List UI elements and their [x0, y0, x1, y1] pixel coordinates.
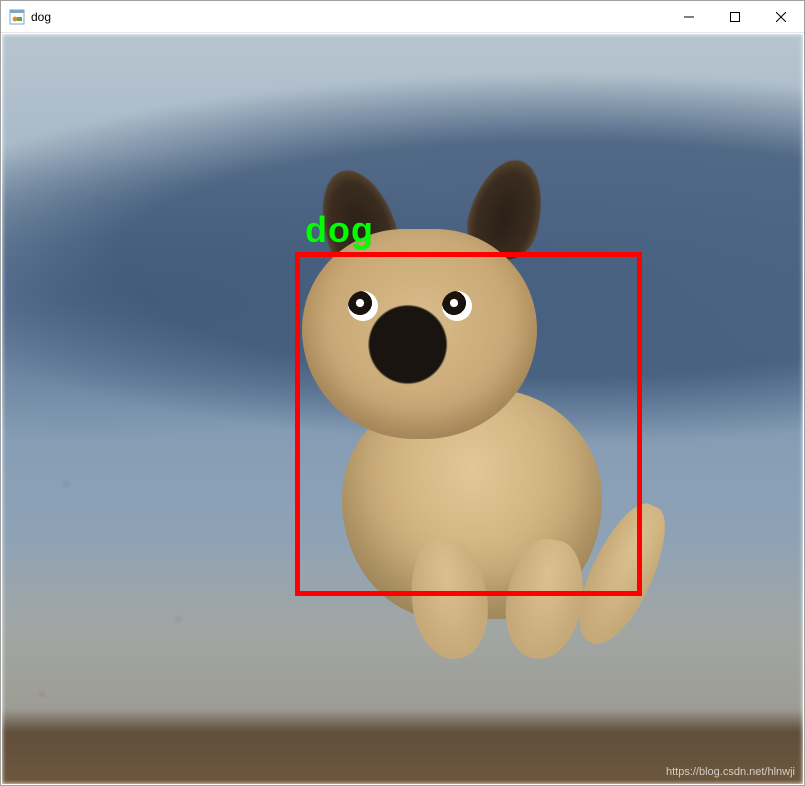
titlebar[interactable]: dog [1, 1, 804, 33]
application-window: dog [0, 0, 805, 786]
window-title: dog [31, 10, 51, 24]
titlebar-left: dog [1, 9, 51, 25]
app-icon [9, 9, 25, 25]
image-canvas: dog https://blog.csdn.net/hlnwji [2, 34, 803, 784]
window-controls [666, 1, 804, 32]
maximize-button[interactable] [712, 1, 758, 32]
close-button[interactable] [758, 1, 804, 32]
dog-illustration [292, 199, 652, 629]
content-area: dog https://blog.csdn.net/hlnwji [1, 33, 804, 785]
minimize-button[interactable] [666, 1, 712, 32]
